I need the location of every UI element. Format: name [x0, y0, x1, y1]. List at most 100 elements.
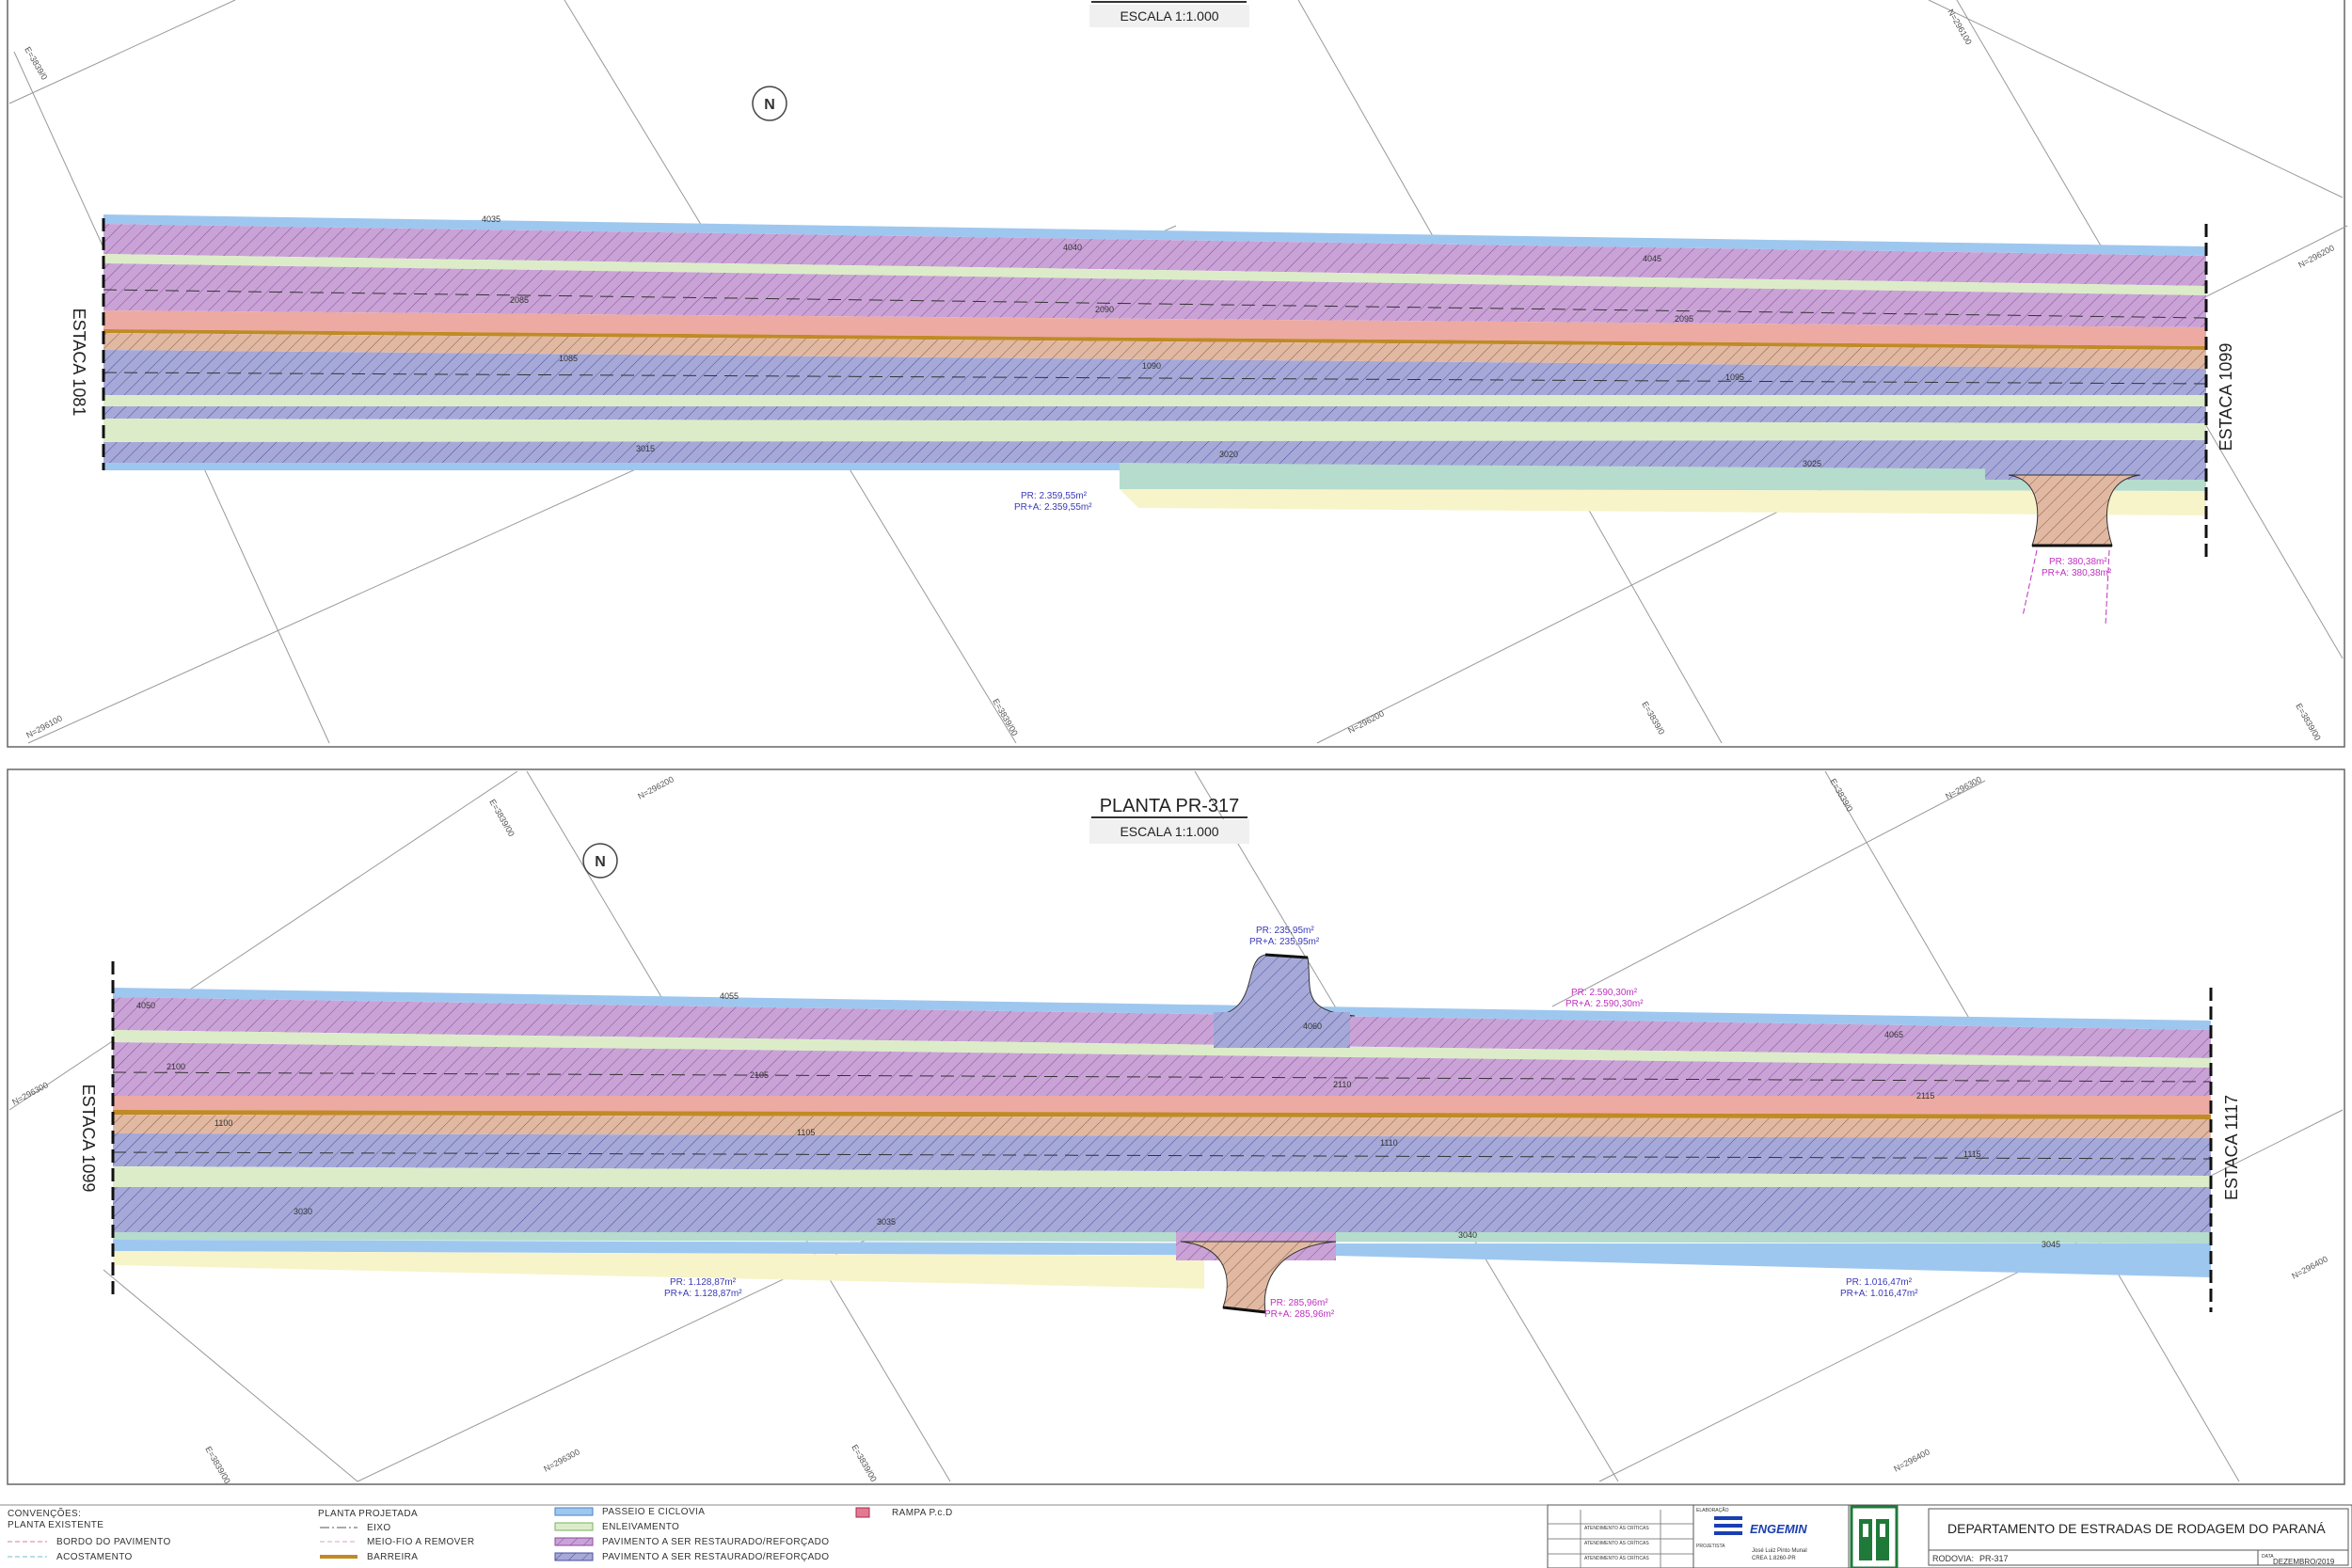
- grid-label: N=296200: [2296, 243, 2336, 269]
- grid-label: N=296100: [1946, 8, 1974, 46]
- stake-label: 3040: [1458, 1230, 1477, 1240]
- area-note: PR+A: 285,96m²: [1264, 1309, 1335, 1320]
- area-note: PR: 285,96m²: [1270, 1298, 1328, 1308]
- engemin-logo-icon: [1714, 1516, 1742, 1535]
- stake-label: 3020: [1219, 450, 1238, 459]
- stake-label: 2115: [1916, 1091, 1934, 1101]
- stake-label: 3015: [636, 444, 655, 453]
- grid-label: E=3839/00: [203, 1445, 232, 1485]
- road-label: RODOVIA:: [1932, 1554, 1974, 1563]
- legend-item: PAVIMENTO A SER RESTAURADO/REFORÇADO: [602, 1552, 829, 1562]
- revision-row: ATENDIMENTO ÀS CRÍTICAS: [1584, 1540, 1649, 1546]
- ramp-icon: [855, 1507, 870, 1518]
- top-left-station: ESTACA 1081: [70, 309, 88, 417]
- legend-item: PAVIMENTO A SER RESTAURADO/REFORÇADO: [602, 1537, 829, 1547]
- top-panel: N ESCALA 1:1.000 ESTACA 1081 ESTACA 1099…: [7, 0, 2348, 748]
- stake-label: 1100: [215, 1118, 232, 1128]
- legend-item: ENLEIVAMENTO: [602, 1522, 679, 1532]
- top-scale: ESCALA 1:1.000: [1120, 8, 1218, 24]
- stake-label: 2105: [750, 1070, 769, 1080]
- svg-text:N: N: [764, 97, 775, 113]
- revision-row: ATENDIMENTO ÀS CRÍTICAS: [1584, 1525, 1649, 1531]
- stake-label: 4035: [482, 214, 501, 224]
- area-note: PR+A: 380,38m²: [2042, 568, 2112, 578]
- legend-item: PASSEIO E CICLOVIA: [602, 1507, 705, 1517]
- revision-row: ATENDIMENTO ÀS CRÍTICAS: [1584, 1555, 1649, 1561]
- grid-label: N=296200: [636, 774, 675, 800]
- stake-label: 3030: [294, 1207, 312, 1216]
- stake-label: 1115: [1963, 1149, 1981, 1159]
- stake-label: 1095: [1725, 372, 1744, 382]
- legend-item: EIXO: [367, 1523, 391, 1533]
- der-pr-logo-icon: [1850, 1505, 1899, 1568]
- area-note: PR+A: 1.016,47m²: [1840, 1289, 1918, 1299]
- area-note: PR: 235,95m²: [1256, 926, 1314, 936]
- legend-subtitle: PLANTA EXISTENTE: [8, 1520, 103, 1530]
- stake-label: 2095: [1675, 314, 1693, 324]
- cell-label: ELABORAÇÃO: [1696, 1507, 1729, 1513]
- bottom-left-station: ESTACA 1099: [79, 1085, 98, 1193]
- stake-label: 1105: [797, 1128, 815, 1137]
- stake-label: 3045: [2042, 1240, 2060, 1249]
- bottom-scale: ESCALA 1:1.000: [1120, 824, 1218, 839]
- area-note: PR+A: 1.128,87m²: [664, 1289, 742, 1299]
- area-note: PR+A: 235,95m²: [1249, 937, 1320, 947]
- stake-label: 2090: [1095, 305, 1114, 314]
- engineer-name: José Luiz Pinto Munal: [1752, 1548, 1807, 1554]
- stake-label: 4060: [1303, 1022, 1322, 1031]
- engineer-reg: CREA 1.8260-PR: [1752, 1556, 1796, 1561]
- stake-label: 2110: [1333, 1080, 1351, 1089]
- area-note: PR: 2.359,55m²: [1021, 491, 1088, 501]
- stake-label: 3035: [877, 1217, 896, 1227]
- stake-label: 1110: [1380, 1138, 1398, 1148]
- top-road: [102, 214, 2208, 560]
- legend-item: ACOSTAMENTO: [56, 1552, 133, 1562]
- stake-label: 2085: [510, 295, 529, 305]
- north-arrow-icon: N: [582, 843, 618, 879]
- cell-label: PROJETISTA: [1696, 1544, 1725, 1549]
- grid-label: N=296300: [1944, 774, 1983, 800]
- legend-item: MEIO-FIO A REMOVER: [367, 1537, 474, 1547]
- stake-label: 4050: [136, 1001, 155, 1010]
- grid-label: E=3839/0: [1640, 700, 1666, 736]
- stake-label: 1090: [1142, 361, 1161, 371]
- area-note: PR: 1.128,87m²: [670, 1277, 737, 1288]
- bottom-panel: N PLANTA PR-317 ESCALA 1:1.000 ESTACA 10…: [7, 768, 2345, 1485]
- bottom-road: [111, 953, 2213, 1314]
- legend-item: BORDO DO PAVIMENTO: [56, 1537, 171, 1547]
- grid-label: E=3839/00: [487, 798, 516, 838]
- stake-label: 1085: [559, 354, 578, 363]
- legend-title: CONVENÇÕES:: [8, 1507, 81, 1519]
- department-name: DEPARTAMENTO DE ESTRADAS DE RODAGEM DO P…: [1947, 1521, 2326, 1536]
- legend-item: BARREIRA: [367, 1552, 418, 1562]
- grid-label: E=3839/00: [991, 697, 1020, 737]
- grid-label: N=296300: [542, 1447, 581, 1473]
- north-arrow-icon: N: [752, 86, 787, 121]
- company-name[interactable]: ENGEMIN: [1750, 1522, 1807, 1536]
- area-note: PR: 1.016,47m²: [1846, 1277, 1913, 1288]
- stake-label: 4040: [1063, 243, 1082, 252]
- stake-label: 4055: [720, 991, 739, 1001]
- area-note: PR: 2.590,30m²: [1571, 988, 1638, 998]
- legend-item: RAMPA P.c.D: [892, 1508, 953, 1518]
- bottom-right-station: ESTACA 1117: [2222, 1095, 2241, 1200]
- area-note: PR+A: 2.359,55m²: [1014, 502, 1092, 513]
- title-block: ATENDIMENTO ÀS CRÍTICAS ATENDIMENTO ÀS C…: [1547, 1504, 2352, 1568]
- grid-label: N=296400: [1892, 1447, 1931, 1473]
- road-value: PR-317: [1979, 1554, 2009, 1563]
- grid-label: E=3839/00: [2294, 702, 2323, 742]
- top-right-station: ESTACA 1099: [2217, 343, 2235, 451]
- bottom-title: PLANTA PR-317: [1100, 796, 1240, 816]
- area-note: PR+A: 2.590,30m²: [1565, 999, 1644, 1009]
- grid-label: N=296300: [10, 1080, 50, 1106]
- stake-label: 4045: [1643, 254, 1661, 263]
- legend-title: PLANTA PROJETADA: [318, 1509, 418, 1519]
- grid-label: N=296200: [1346, 708, 1386, 735]
- stake-label: 2100: [167, 1062, 185, 1071]
- grid-label: E=3839/0: [23, 45, 49, 82]
- area-note: PR: 380,38m²: [2049, 557, 2107, 567]
- stake-label: 3025: [1803, 459, 1821, 468]
- svg-text:N: N: [595, 854, 606, 870]
- grid-label: N=296400: [2290, 1254, 2329, 1280]
- stake-label: 4065: [1884, 1030, 1903, 1039]
